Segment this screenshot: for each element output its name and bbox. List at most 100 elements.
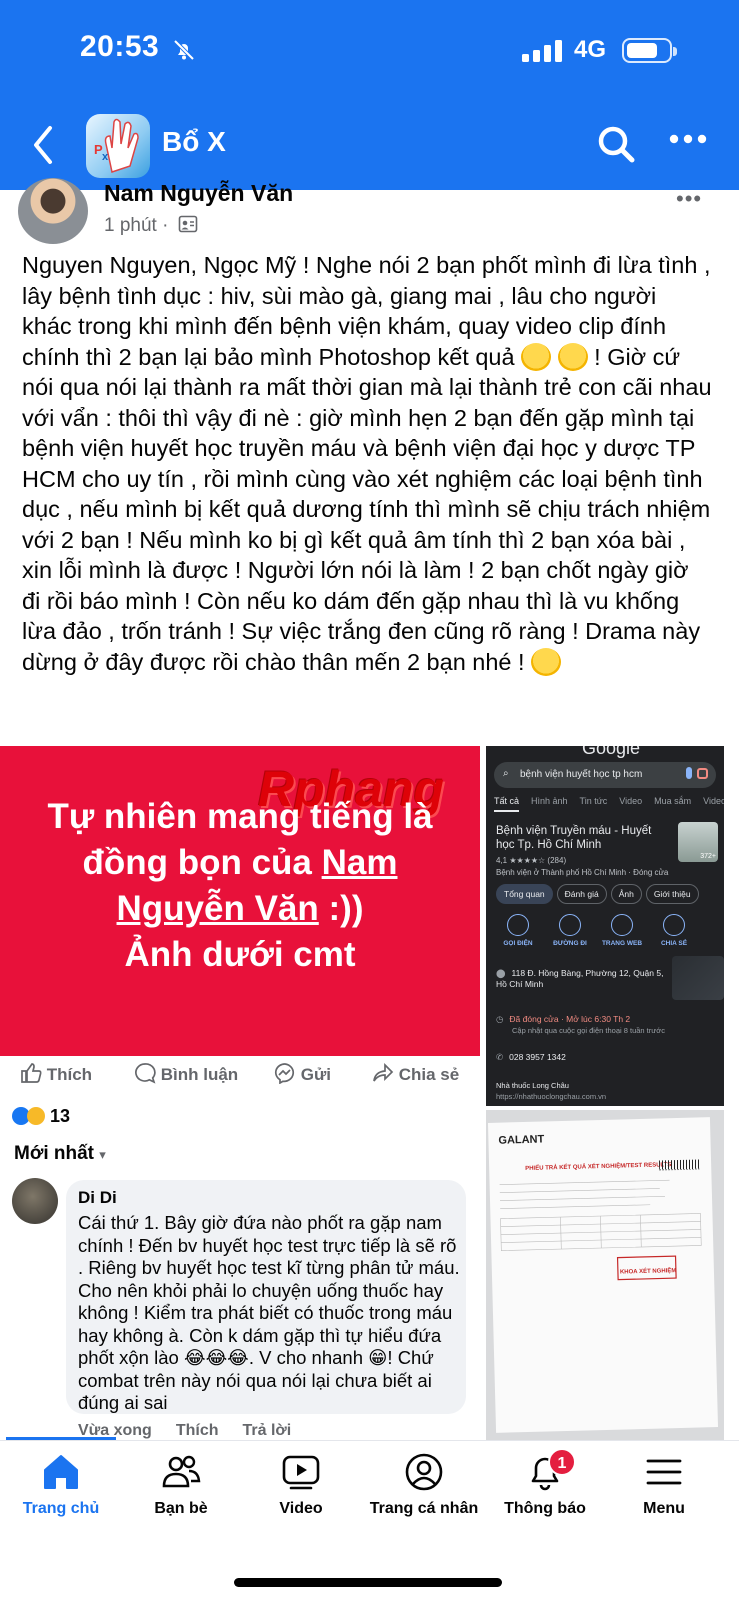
clock-icon: ◷ <box>496 1014 504 1024</box>
comment-text-part2: . V cho nhanh <box>248 1347 369 1368</box>
photo-text-line3b: :)) <box>318 889 364 928</box>
comment-icon <box>135 1063 156 1084</box>
google-directions-button: ĐƯỜNG ĐI <box>544 914 596 947</box>
google-tab: Video r <box>703 796 724 806</box>
tab-notifications-label: Thông báo <box>504 1500 586 1517</box>
tab-friends[interactable]: Bạn bè <box>136 1452 226 1518</box>
haha-reaction-icon <box>27 1107 45 1125</box>
photo-text-line3: Nguyễn Văn :)) <box>0 886 480 932</box>
tab-video[interactable]: Video <box>258 1452 344 1518</box>
mic-icon <box>686 767 692 779</box>
commenter-name: Di Di <box>78 1188 117 1207</box>
post-photo-google-screenshot[interactable]: Google ⌕ bệnh viện huyết học tp hcm Tất … <box>486 746 724 1106</box>
pensive-emoji-icon <box>521 342 552 371</box>
reaction-count: 13 <box>50 1106 71 1126</box>
google-tab: Tin tức <box>579 796 608 806</box>
laugh-emoji-icon: 😂😂😂 <box>183 1347 249 1368</box>
battery-icon <box>622 38 677 63</box>
google-pharmacy-name: Nhà thuốc Long Châu <box>496 1081 569 1090</box>
google-place-title: Bệnh viện Truyền máu - Huyết học Tp. Hồ … <box>496 825 652 851</box>
google-tabs: Tất cả Hình ảnh Tin tức Video Mua sắm Video r <box>494 796 724 812</box>
embedded-comment-label: Bình luận <box>160 1065 239 1084</box>
tab-menu-label: Menu <box>643 1500 685 1517</box>
google-search-box: ⌕ bệnh viện huyết học tp hcm <box>494 762 716 788</box>
google-query: bệnh viện huyết học tp hcm <box>520 769 643 780</box>
search-icon: ⌕ <box>503 768 509 779</box>
comment-text-part1: Cái thứ 1. Bây giờ đứa nào phốt ra gặp n… <box>78 1212 460 1368</box>
share-icon <box>663 914 685 936</box>
post-text: Nguyen Nguyen, Ngọc Mỹ ! Nghe nói 2 bạn … <box>22 250 712 677</box>
home-indicator[interactable] <box>234 1578 502 1587</box>
tab-profile[interactable]: Trang cá nhân <box>362 1452 486 1518</box>
embedded-like: Thích <box>20 1062 92 1085</box>
grin-emoji-icon: 😁 <box>368 1347 388 1368</box>
phone-icon <box>507 914 529 936</box>
google-place-thumbnail: 372+ <box>678 822 718 862</box>
google-map-thumbnail <box>672 956 724 1000</box>
like-icon <box>21 1063 42 1083</box>
google-tab: Mua sắm <box>654 796 692 806</box>
google-chip: Đánh giá <box>556 884 607 904</box>
notification-badge: 1 <box>548 1448 576 1476</box>
photo-text: Tự nhiên mang tiếng là đồng bọn của Nam … <box>0 794 480 978</box>
messenger-icon <box>274 1063 295 1085</box>
post-author[interactable]: Nam Nguyễn Văn <box>104 180 293 207</box>
profile-icon <box>405 1453 443 1491</box>
svg-text:x: x <box>102 151 109 163</box>
google-hours: ◷ Đã đóng cửa · Mở lúc 6:30 Th 2 Cập nhật … <box>496 1014 716 1036</box>
cell-signal-icon <box>522 40 566 67</box>
google-chips: Tổng quan Đánh giá Ảnh Giới thiệu <box>496 884 703 904</box>
friends-icon <box>162 1455 201 1488</box>
google-phone-text: 028 3957 1342 <box>509 1052 566 1062</box>
group-avatar[interactable]: Px <box>86 114 150 178</box>
embedded-action-bar: Thích Bình luận Gửi Chia sẻ <box>0 1056 480 1094</box>
search-icon[interactable] <box>596 124 636 169</box>
tab-home[interactable]: Trang chủ <box>14 1452 108 1518</box>
google-action-buttons: GỌI ĐIỆN ĐƯỜNG ĐI TRANG WEB CHIA SẺ <box>492 914 700 950</box>
google-tab: Video <box>619 796 643 806</box>
post-photo-test-report[interactable]: GALANT PHIẾU TRẢ KẾT QUẢ XÉT NGHIỆM/TEST… <box>486 1110 724 1440</box>
comment-reply: Trả lời <box>242 1422 292 1439</box>
google-tab: Hình ảnh <box>531 796 568 806</box>
tab-menu[interactable]: Menu <box>624 1452 704 1518</box>
active-tab-indicator <box>6 1437 116 1440</box>
share-icon <box>373 1062 394 1082</box>
google-tab: Tất cả <box>494 796 520 812</box>
google-address: ⬤ 118 Đ. Hồng Bàng, Phường 12, Quận 5, Hồ… <box>496 968 664 990</box>
location-pin-icon: ⬤ <box>496 968 506 978</box>
tab-notifications[interactable]: Thông báo <box>496 1452 594 1518</box>
group-name[interactable]: Bổ X <box>162 126 226 158</box>
embedded-reactions: 13 <box>12 1106 70 1127</box>
network-type: 4G <box>574 36 607 63</box>
google-btn-label: TRANG WEB <box>601 940 643 947</box>
home-icon <box>44 1455 78 1489</box>
tab-friends-label: Bạn bè <box>154 1500 208 1517</box>
more-options-icon[interactable] <box>668 132 708 150</box>
galant-logo: GALANT <box>498 1133 545 1147</box>
status-time: 20:53 <box>80 30 160 63</box>
report-title: PHIẾU TRẢ KẾT QUẢ XÉT NGHIỆM/TEST RESULT… <box>525 1162 672 1172</box>
google-chip: Giới thiệu <box>645 884 699 904</box>
silent-bell-icon <box>172 38 196 67</box>
google-btn-label: ĐƯỜNG ĐI <box>553 940 587 947</box>
post-time[interactable]: 1 phút <box>104 215 157 236</box>
comment-text: Cái thứ 1. Bây giờ đứa nào phốt ra gặp n… <box>78 1212 460 1415</box>
photo-text-line1: Tự nhiên mang tiếng là <box>47 797 433 836</box>
google-pharmacy: Nhà thuốc Long Châu https://nhathuoclongc… <box>496 1080 606 1102</box>
post-photo-red[interactable]: Rphang Tự nhiên mang tiếng là đồng bọn c… <box>0 746 480 1056</box>
phone-icon: ✆ <box>496 1052 504 1062</box>
video-icon <box>282 1455 320 1490</box>
author-avatar[interactable] <box>18 178 88 244</box>
google-place-subtitle: Bệnh viện ở Thành phố Hồ Chí Minh · Đóng… <box>496 868 669 877</box>
barcode-icon <box>659 1159 700 1171</box>
rofl-emoji-icon <box>557 342 588 371</box>
post-more-button[interactable]: ••• <box>676 186 702 212</box>
google-rating: 4,1 ★★★★☆ (284) <box>496 856 567 865</box>
google-phone: ✆ 028 3957 1342 <box>496 1052 566 1063</box>
tab-video-label: Video <box>279 1500 323 1517</box>
embedded-send: Gửi <box>274 1062 331 1085</box>
google-address-text: 118 Đ. Hồng Bàng, Phường 12, Quận 5, Hồ … <box>496 968 664 989</box>
embedded-like-label: Thích <box>46 1065 93 1084</box>
back-icon[interactable] <box>26 122 66 168</box>
photo-text-line4: Ảnh dưới cmt <box>124 935 356 974</box>
